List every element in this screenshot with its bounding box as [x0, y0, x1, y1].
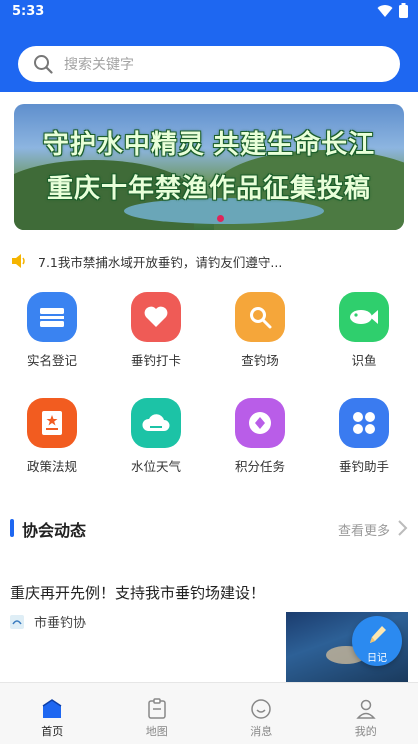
tab-home[interactable]: 首页	[0, 683, 105, 744]
association-news-header: 协会动态 查看更多	[0, 514, 418, 544]
tab-label: 消息	[250, 725, 273, 738]
tab-messages[interactable]: 消息	[209, 683, 314, 744]
grid-label: 垂钓助手	[338, 459, 389, 474]
grid-label: 查钓场	[241, 353, 279, 368]
wifi-icon	[377, 4, 393, 17]
grid-label: 垂钓打卡	[130, 353, 181, 368]
grid-label: 积分任务	[234, 459, 285, 474]
notice-marquee[interactable]: 7.1我市禁捕水域开放垂钓，请钓友们遵守...	[10, 250, 408, 272]
grid-item-policy[interactable]: 政策法规	[7, 398, 97, 475]
banner-headline-1: 守护水中精灵 共建生命长江	[42, 129, 376, 159]
banner-carousel[interactable]: 守护水中精灵 共建生命长江 重庆十年禁渔作品征集投稿	[14, 104, 404, 230]
notice-text: 7.1我市禁捕水域开放垂钓，请钓友们遵守...	[38, 254, 283, 270]
grid-item-identify-fish[interactable]: 识鱼	[319, 292, 409, 369]
section-accent-bar	[10, 519, 14, 537]
bottom-tab-bar: 首页 地图 消息 我的	[0, 682, 418, 744]
grid-label: 实名登记	[26, 353, 77, 368]
news-source: 市垂钓协	[10, 612, 86, 631]
cloud-icon	[131, 398, 181, 448]
points-icon	[235, 398, 285, 448]
tab-label: 首页	[41, 725, 64, 738]
home-icon	[40, 697, 64, 721]
association-logo-icon	[10, 614, 24, 629]
grid-item-find-spot[interactable]: 查钓场	[215, 292, 305, 369]
pen-icon	[370, 626, 386, 643]
battery-icon	[399, 3, 408, 18]
apps-icon	[339, 398, 389, 448]
grid-item-assistant[interactable]: 垂钓助手	[319, 398, 409, 475]
grid-label: 政策法规	[26, 459, 77, 474]
banner-headline-2: 重庆十年禁渔作品征集投稿	[46, 173, 371, 203]
tab-profile[interactable]: 我的	[314, 683, 418, 744]
profile-icon	[354, 697, 378, 721]
news-source-name: 市垂钓协	[34, 616, 87, 631]
message-icon	[249, 697, 273, 721]
map-icon	[145, 697, 169, 721]
news-title[interactable]: 重庆再开先例！支持我市垂钓场建设！	[10, 582, 265, 603]
carousel-indicator-dot[interactable]	[217, 215, 224, 222]
tab-label: 地图	[145, 725, 168, 738]
grid-item-points[interactable]: 积分任务	[215, 398, 305, 475]
speaker-icon	[12, 254, 25, 268]
grid-label: 识鱼	[351, 353, 377, 368]
search-icon	[235, 292, 285, 342]
search-icon	[32, 53, 54, 75]
tab-label: 我的	[354, 725, 377, 738]
diary-label: 日记	[367, 653, 387, 664]
search-input[interactable]	[64, 56, 364, 72]
tab-map[interactable]: 地图	[105, 683, 210, 744]
status-icons	[377, 3, 408, 18]
grid-item-checkin[interactable]: 垂钓打卡	[111, 292, 201, 369]
fish-icon	[339, 292, 389, 342]
id-card-icon	[27, 292, 77, 342]
search-bar[interactable]	[18, 46, 400, 82]
heart-icon	[131, 292, 181, 342]
grid-item-water-weather[interactable]: 水位天气	[111, 398, 201, 475]
status-time: 5:33	[12, 4, 45, 19]
view-more-link[interactable]: 查看更多	[338, 520, 390, 539]
status-bar: 5:33	[0, 0, 418, 24]
diary-button[interactable]: 日记	[352, 616, 402, 666]
document-icon	[27, 398, 77, 448]
grid-label: 水位天气	[130, 459, 181, 474]
grid-item-real-name[interactable]: 实名登记	[7, 292, 97, 369]
section-title: 协会动态	[22, 521, 87, 540]
chevron-right-icon[interactable]	[396, 519, 408, 537]
